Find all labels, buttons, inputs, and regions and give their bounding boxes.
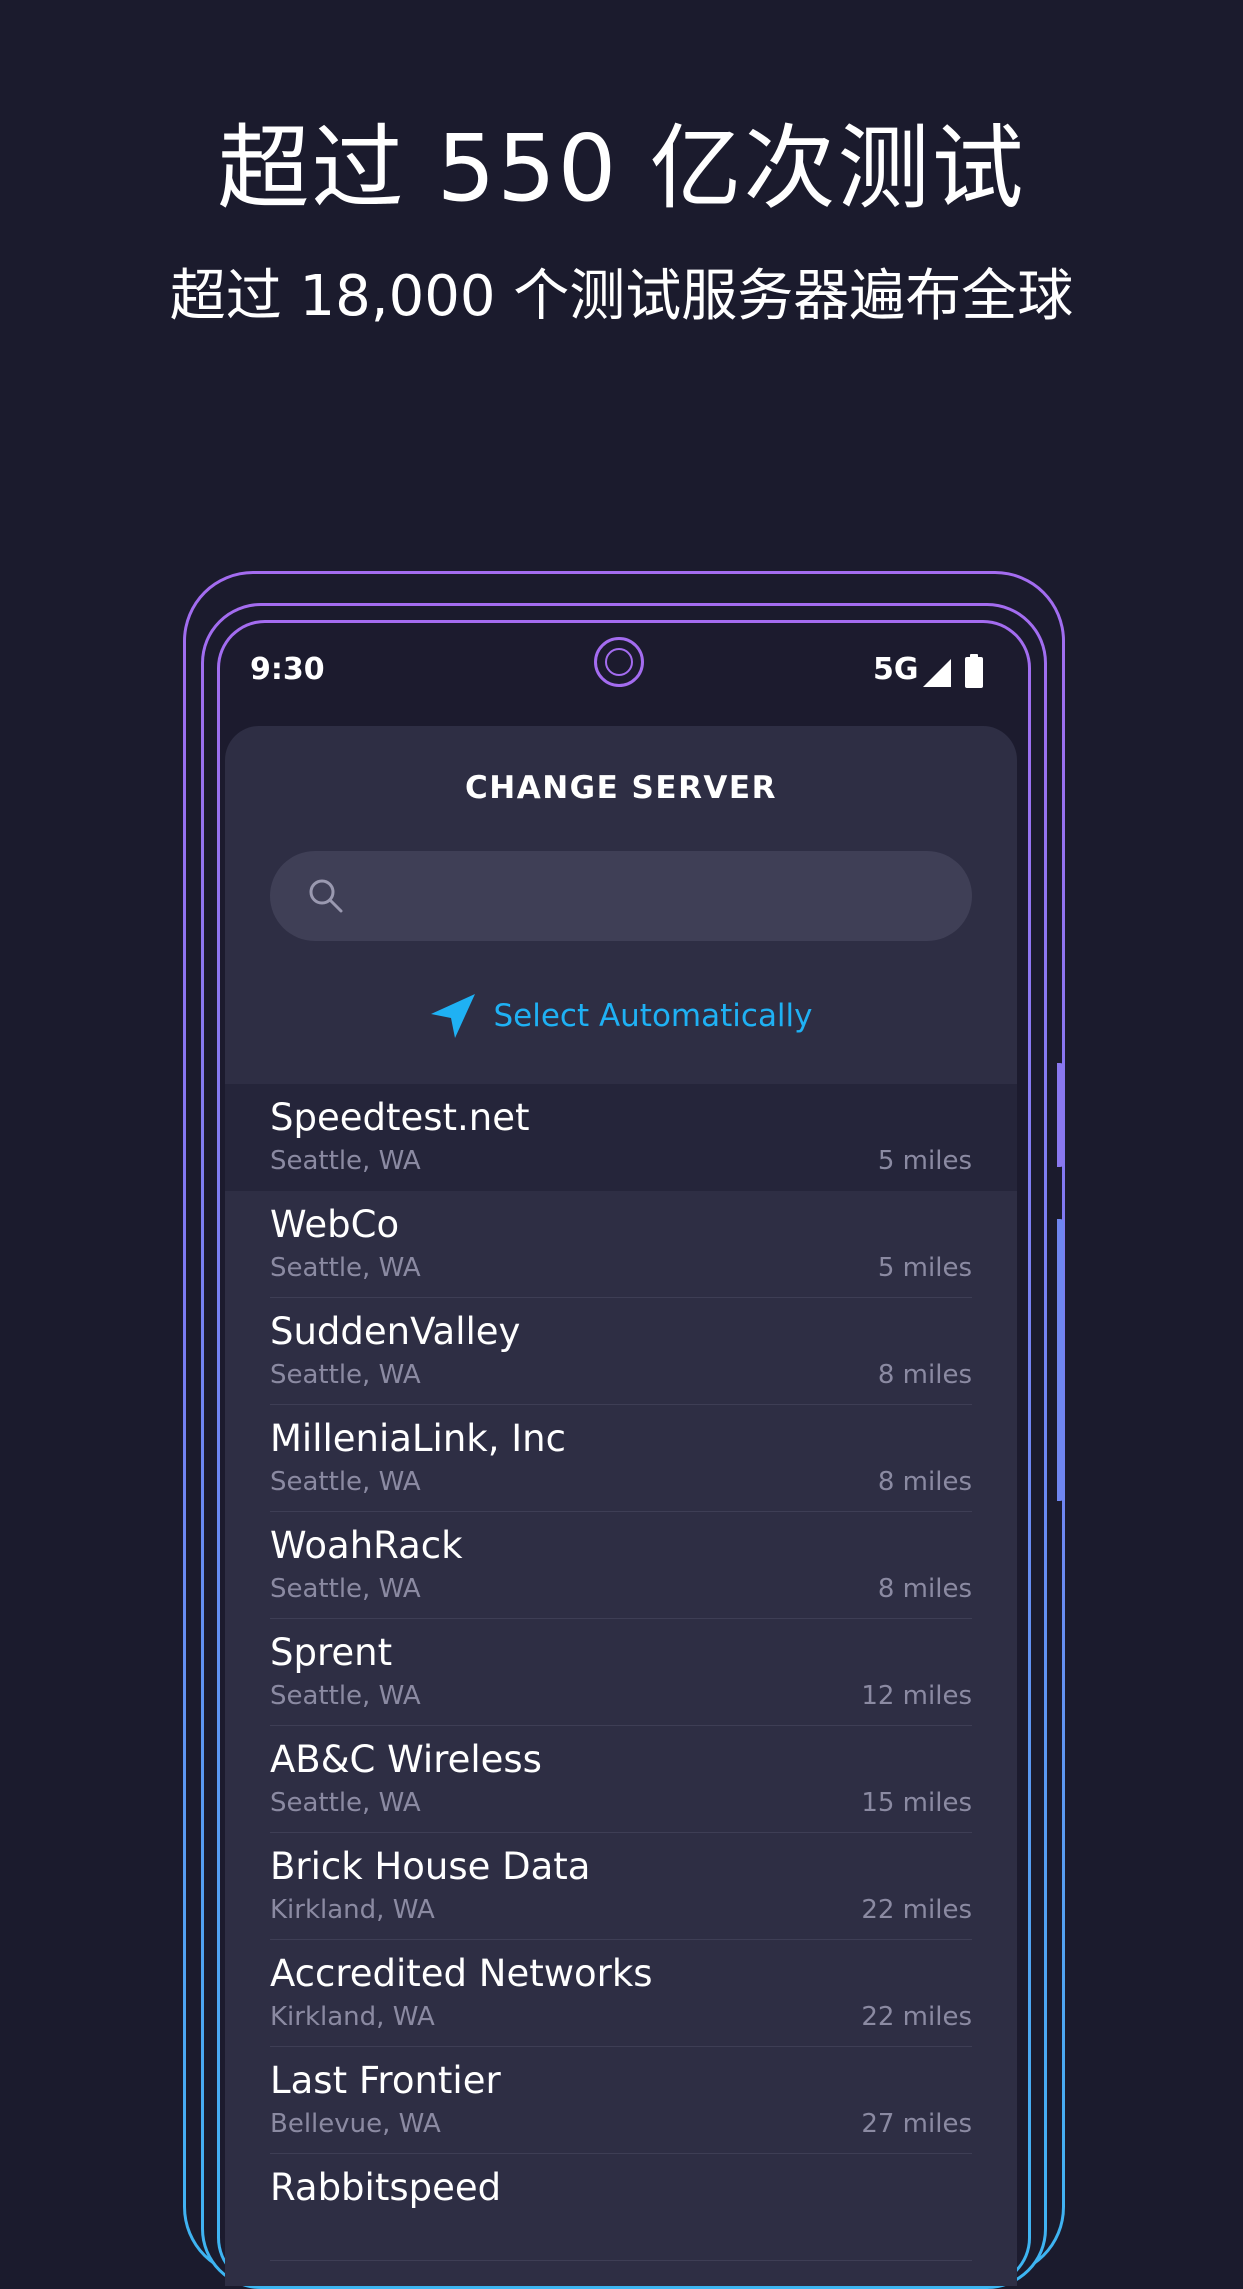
server-distance: 22 miles xyxy=(861,1895,972,1925)
battery-icon xyxy=(965,654,983,688)
server-row[interactable]: AB&C Wireless Seattle, WA 15 miles xyxy=(225,1726,1017,1833)
server-row[interactable]: MilleniaLink, Inc Seattle, WA 8 miles xyxy=(225,1405,1017,1512)
select-automatically-button[interactable]: Select Automatically xyxy=(225,988,1017,1044)
panel-title: CHANGE SERVER xyxy=(465,770,777,806)
server-row[interactable]: WoahRack Seattle, WA 8 miles xyxy=(225,1512,1017,1619)
server-location: Seattle, WA xyxy=(270,1253,421,1283)
server-location: Seattle, WA xyxy=(270,1574,421,1604)
server-row[interactable]: WebCo Seattle, WA 5 miles xyxy=(225,1191,1017,1298)
search-icon xyxy=(309,879,343,913)
server-name: WebCo xyxy=(270,1203,400,1246)
server-row[interactable]: Accredited Networks Kirkland, WA 22 mile… xyxy=(225,1940,1017,2047)
server-distance: 8 miles xyxy=(877,1360,972,1390)
search-box[interactable] xyxy=(270,851,972,943)
promo-subheadline: 超过 18,000 个测试服务器遍布全球 xyxy=(169,264,1074,329)
server-distance: 8 miles xyxy=(877,1574,972,1604)
server-name: Rabbitspeed xyxy=(270,2166,502,2209)
server-row[interactable]: Speedtest.net Seattle, WA 5 miles xyxy=(225,1084,1017,1191)
server-name: Last Frontier xyxy=(270,2059,501,2102)
server-distance: 22 miles xyxy=(861,2002,972,2032)
status-network: 5G xyxy=(873,652,919,687)
server-distance: 15 miles xyxy=(861,1788,972,1818)
select-automatically-label: Select Automatically xyxy=(493,998,813,1034)
server-name: Speedtest.net xyxy=(270,1096,530,1139)
server-distance: 27 miles xyxy=(861,2109,972,2139)
signal-icon xyxy=(923,659,951,687)
front-camera-icon xyxy=(594,637,644,687)
server-distance: 5 miles xyxy=(877,1253,972,1283)
phone-volume-button xyxy=(1057,1219,1064,1501)
server-location: Seattle, WA xyxy=(270,1681,421,1711)
server-location: Seattle, WA xyxy=(270,1360,421,1390)
server-location: Seattle, WA xyxy=(270,1788,421,1818)
server-location: Bellevue, WA xyxy=(270,2109,441,2139)
server-name: WoahRack xyxy=(270,1524,463,1567)
server-location: Seattle, WA xyxy=(270,1467,421,1497)
server-location: Kirkland, WA xyxy=(270,2002,435,2032)
change-server-panel: CHANGE SERVER Select Automatically Speed… xyxy=(225,726,1017,2286)
server-distance: 12 miles xyxy=(861,1681,972,1711)
server-name: SuddenValley xyxy=(270,1310,521,1353)
server-location: Kirkland, WA xyxy=(270,1895,435,1925)
server-name: AB&C Wireless xyxy=(270,1738,542,1781)
server-distance: 5 miles xyxy=(877,1146,972,1176)
server-list: Speedtest.net Seattle, WA 5 miles WebCo … xyxy=(225,1084,1017,2261)
server-distance: 8 miles xyxy=(877,1467,972,1497)
server-name: Sprent xyxy=(270,1631,393,1674)
phone-power-button xyxy=(1057,1063,1064,1167)
server-row[interactable]: SuddenValley Seattle, WA 8 miles xyxy=(225,1298,1017,1405)
status-time: 9:30 xyxy=(250,652,325,687)
promo-headline: 超过 550 亿次测试 xyxy=(217,115,1026,222)
search-input[interactable] xyxy=(360,851,944,943)
server-row[interactable]: Sprent Seattle, WA 12 miles xyxy=(225,1619,1017,1726)
navigation-arrow-icon xyxy=(431,994,476,1038)
server-row[interactable]: Brick House Data Kirkland, WA 22 miles xyxy=(225,1833,1017,1940)
server-name: Accredited Networks xyxy=(270,1952,653,1995)
server-name: MilleniaLink, Inc xyxy=(270,1417,566,1460)
server-name: Brick House Data xyxy=(270,1845,591,1888)
server-row[interactable]: Last Frontier Bellevue, WA 27 miles xyxy=(225,2047,1017,2154)
server-location: Seattle, WA xyxy=(270,1146,421,1176)
